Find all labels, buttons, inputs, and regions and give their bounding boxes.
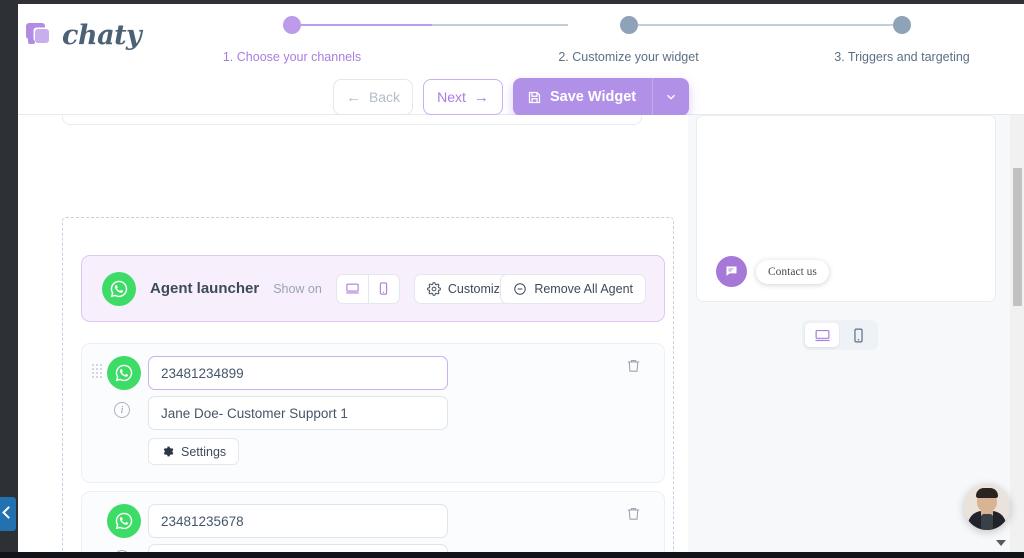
- step-label-1: 1. Choose your channels: [222, 50, 362, 64]
- arrow-right-icon: →: [473, 88, 489, 106]
- minus-circle-icon: [514, 282, 527, 295]
- step-dot-3: [893, 16, 911, 34]
- app-header: chaty 1. Choose your channels 2. Customi…: [18, 4, 1024, 116]
- info-icon[interactable]: i: [114, 402, 130, 418]
- customize-label: Customize: [447, 281, 507, 296]
- next-button[interactable]: Next →: [423, 79, 503, 115]
- preview-mobile-icon[interactable]: [841, 323, 875, 347]
- gear-icon: [426, 281, 441, 296]
- show-on-device-toggle: [335, 273, 400, 304]
- remove-all-agent-button[interactable]: Remove All Agent: [500, 273, 646, 304]
- header-actions: ← Back Next → Save Widget: [333, 78, 690, 116]
- delete-agent-button[interactable]: [625, 357, 642, 379]
- remove-all-agent-label: Remove All Agent: [534, 281, 633, 296]
- preview-canvas: Contact us: [696, 115, 996, 302]
- wizard-stepper: 1. Choose your channels 2. Customize you…: [218, 16, 970, 68]
- agent-settings-label: Settings: [181, 444, 227, 459]
- chaty-logo-icon: [26, 22, 56, 50]
- channels-config-panel: Agent launcher Show on Customize Remove …: [18, 115, 688, 552]
- step-dot-1: [283, 16, 301, 34]
- chevron-down-icon[interactable]: [996, 540, 1006, 546]
- admin-collapse-tab[interactable]: [0, 497, 16, 531]
- whatsapp-icon: [107, 356, 141, 390]
- agent-launcher-title: Agent launcher: [150, 280, 260, 297]
- chaty-app-window: chaty 1. Choose your channels 2. Customi…: [18, 4, 1024, 552]
- whatsapp-icon: [102, 271, 136, 306]
- delete-agent-button[interactable]: [625, 505, 642, 527]
- back-button[interactable]: ← Back: [333, 79, 413, 115]
- agent-row: i Settings: [81, 343, 665, 483]
- agent-name-input[interactable]: [148, 544, 448, 552]
- app-body: Agent launcher Show on Customize Remove …: [18, 115, 1024, 552]
- back-button-label: Back: [368, 89, 401, 105]
- browser-bottom-strip: [0, 552, 1024, 558]
- mobile-icon[interactable]: [367, 274, 399, 303]
- step-choose-channels[interactable]: 1. Choose your channels: [218, 16, 366, 64]
- arrow-left-icon: ←: [345, 88, 361, 106]
- agent-name-input[interactable]: [148, 396, 448, 430]
- save-widget-group: Save Widget: [513, 78, 690, 116]
- preview-device-toggle: [802, 320, 878, 350]
- next-button-label: Next: [437, 89, 466, 105]
- screen: chaty 1. Choose your channels 2. Customi…: [0, 0, 1024, 558]
- step-label-2: 2. Customize your widget: [558, 50, 699, 64]
- support-agent-avatar[interactable]: [964, 484, 1010, 530]
- floppy-disk-icon: [528, 91, 541, 103]
- step-label-3: 3. Triggers and targeting: [834, 50, 970, 64]
- drag-handle-icon[interactable]: [92, 364, 102, 380]
- previous-card-edge: [62, 115, 642, 125]
- agent-phone-input[interactable]: [148, 504, 448, 538]
- save-widget-dropdown-button[interactable]: [653, 78, 689, 116]
- save-widget-button[interactable]: Save Widget: [513, 78, 654, 116]
- widget-preview-panel: Contact us: [688, 115, 1024, 552]
- trash-icon: [627, 360, 640, 372]
- brand-name: chaty: [62, 20, 142, 51]
- page-scrollbar-track[interactable]: [1010, 115, 1024, 552]
- gear-icon: [163, 446, 174, 457]
- agent-settings-button[interactable]: Settings: [148, 438, 240, 465]
- brand-logo[interactable]: chaty: [26, 20, 142, 51]
- step-triggers-targeting[interactable]: 3. Triggers and targeting: [766, 16, 1024, 64]
- save-widget-label: Save Widget: [550, 89, 637, 105]
- whatsapp-icon: [107, 504, 141, 538]
- page-scrollbar-thumb[interactable]: [1013, 168, 1022, 306]
- show-on-label: Show on: [273, 281, 322, 296]
- step-dot-2: [619, 16, 638, 34]
- browser-left-gutter: [0, 0, 18, 558]
- chat-bubble-icon: [716, 256, 747, 287]
- preview-bubble-label: Contact us: [756, 259, 829, 284]
- agent-phone-input[interactable]: [148, 356, 448, 390]
- step-customize-widget[interactable]: 2. Customize your widget: [492, 16, 765, 64]
- agent-row: i Settings: [81, 491, 665, 552]
- desktop-icon[interactable]: [337, 275, 368, 303]
- preview-widget-bubble[interactable]: Contact us: [716, 256, 829, 287]
- agent-launcher-bar: Agent launcher Show on Customize Remove …: [81, 255, 665, 322]
- chevron-down-icon: [667, 94, 676, 100]
- trash-icon: [627, 508, 640, 520]
- preview-desktop-icon[interactable]: [805, 323, 839, 347]
